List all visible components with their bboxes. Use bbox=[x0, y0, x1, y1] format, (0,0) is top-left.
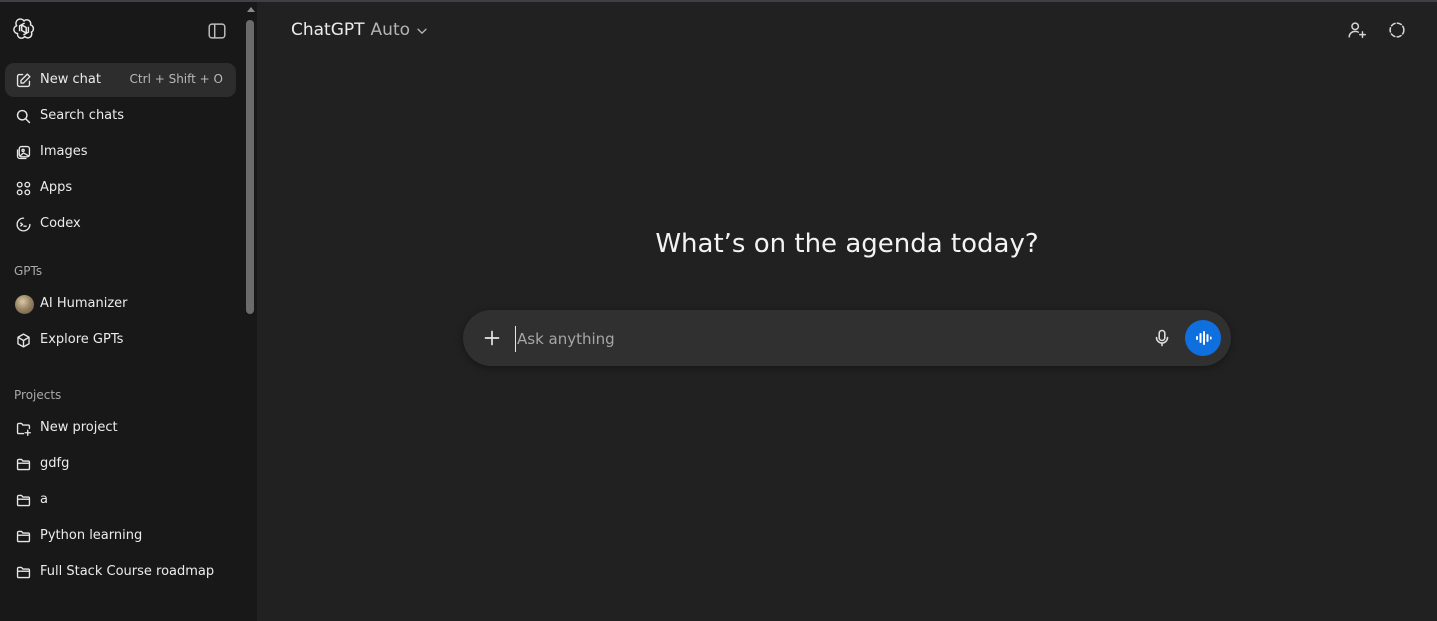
project-item-a[interactable]: a bbox=[5, 483, 236, 517]
model-selector[interactable]: ChatGPT Auto bbox=[291, 20, 429, 40]
project-label: gdfg bbox=[40, 456, 70, 471]
chatgpt-app: New chat Ctrl + Shift + O Search chats I… bbox=[0, 0, 1437, 621]
project-item-full-stack-course-roadmap[interactable]: Full Stack Course roadmap bbox=[5, 555, 236, 589]
new-chat-shortcut: Ctrl + Shift + O bbox=[129, 72, 223, 86]
chevron-down-icon bbox=[415, 23, 429, 37]
project-item-python-learning[interactable]: Python learning bbox=[5, 519, 236, 553]
codex-button[interactable]: Codex bbox=[5, 207, 236, 241]
explore-gpts-label: Explore GPTs bbox=[40, 332, 124, 347]
cube-icon bbox=[15, 332, 32, 349]
toggle-sidebar-icon[interactable] bbox=[206, 20, 228, 42]
search-chats-label: Search chats bbox=[40, 108, 125, 123]
main-area: ChatGPT Auto What’s on the agenda today? bbox=[257, 2, 1437, 621]
folder-icon bbox=[15, 564, 32, 581]
images-label: Images bbox=[40, 144, 88, 159]
apps-button[interactable]: Apps bbox=[5, 171, 236, 205]
new-chat-label: New chat bbox=[40, 72, 101, 87]
search-chats-button[interactable]: Search chats bbox=[5, 99, 236, 133]
sidebar: New chat Ctrl + Shift + O Search chats I… bbox=[0, 2, 244, 621]
folder-icon bbox=[15, 492, 32, 509]
projects-section-heading: Projects bbox=[14, 388, 62, 402]
scroll-up-arrow-icon[interactable] bbox=[247, 7, 255, 12]
prompt-input[interactable] bbox=[515, 326, 1139, 352]
scrollbar-thumb[interactable] bbox=[246, 20, 254, 314]
project-label: Python learning bbox=[40, 528, 143, 543]
voice-mode-button[interactable] bbox=[1185, 320, 1221, 356]
project-item-gdfg[interactable]: gdfg bbox=[5, 447, 236, 481]
add-attachment-icon[interactable] bbox=[482, 328, 502, 348]
new-project-button[interactable]: New project bbox=[5, 411, 236, 445]
avatar bbox=[15, 295, 34, 314]
model-mode: Auto bbox=[370, 20, 411, 40]
new-chat-button[interactable]: New chat Ctrl + Shift + O bbox=[5, 63, 236, 97]
sidebar-scrollbar[interactable] bbox=[244, 2, 257, 621]
project-label: a bbox=[40, 492, 48, 507]
gpt-ai-humanizer[interactable]: AI Humanizer bbox=[5, 287, 236, 321]
search-icon bbox=[15, 108, 32, 125]
page-title: What’s on the agenda today? bbox=[655, 229, 1039, 259]
folder-icon bbox=[15, 456, 32, 473]
new-folder-icon bbox=[15, 420, 32, 437]
apps-label: Apps bbox=[40, 180, 73, 195]
compose-icon bbox=[15, 72, 32, 89]
composer bbox=[463, 310, 1231, 366]
folder-icon bbox=[15, 528, 32, 545]
model-name: ChatGPT bbox=[291, 20, 365, 40]
gpts-section-heading: GPTs bbox=[14, 264, 43, 278]
images-icon bbox=[15, 144, 32, 161]
voice-waveform-icon bbox=[1196, 331, 1212, 345]
explore-gpts-button[interactable]: Explore GPTs bbox=[5, 323, 236, 357]
openai-logo-icon[interactable] bbox=[13, 18, 35, 40]
apps-grid-icon bbox=[15, 180, 32, 197]
temporary-chat-icon[interactable] bbox=[1386, 19, 1408, 41]
new-project-label: New project bbox=[40, 420, 118, 435]
add-people-icon[interactable] bbox=[1346, 19, 1368, 41]
images-button[interactable]: Images bbox=[5, 135, 236, 169]
codex-icon bbox=[15, 216, 32, 233]
gpt-label: AI Humanizer bbox=[40, 296, 128, 311]
project-label: Full Stack Course roadmap bbox=[40, 564, 215, 579]
microphone-icon[interactable] bbox=[1152, 328, 1172, 348]
codex-label: Codex bbox=[40, 216, 81, 231]
